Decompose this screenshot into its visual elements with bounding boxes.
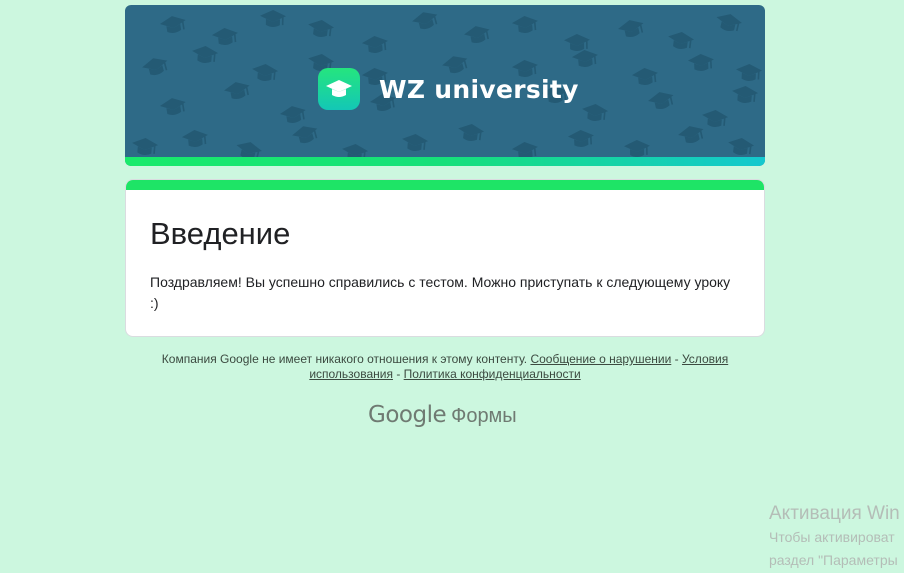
google-wordmark: Google — [368, 402, 447, 428]
separator: - — [396, 367, 401, 381]
windows-activation-line1: Чтобы активироват — [769, 529, 895, 545]
section-title: Введение — [150, 216, 291, 251]
brand-name: WZ university — [379, 74, 579, 104]
card-accent-bar — [126, 180, 764, 190]
footer-disclaimer: Компания Google не имеет никакого отноше… — [150, 352, 740, 382]
privacy-link[interactable]: Политика конфиденциальности — [404, 367, 581, 381]
forms-wordmark: Формы — [451, 405, 517, 427]
section-description: Поздравляем! Вы успешно справились с тес… — [150, 274, 731, 311]
windows-activation-line2: раздел "Параметры — [769, 552, 898, 568]
disclaimer-text: Компания Google не имеет никакого отноше… — [161, 352, 528, 366]
form-page: WZ university Введение Поздравляем! Вы у… — [0, 0, 904, 573]
brand-logo: WZ university — [318, 68, 579, 110]
windows-activation-title: Активация Win — [769, 503, 900, 524]
section-card: Введение Поздравляем! Вы успешно справил… — [125, 179, 765, 337]
google-forms-logo[interactable]: Google Формы — [368, 402, 517, 428]
graduation-cap-icon — [318, 68, 360, 110]
header-banner: WZ university — [125, 5, 765, 166]
banner-accent-stripe — [125, 157, 765, 166]
separator: - — [674, 352, 679, 366]
report-abuse-link[interactable]: Сообщение о нарушении — [530, 352, 671, 366]
